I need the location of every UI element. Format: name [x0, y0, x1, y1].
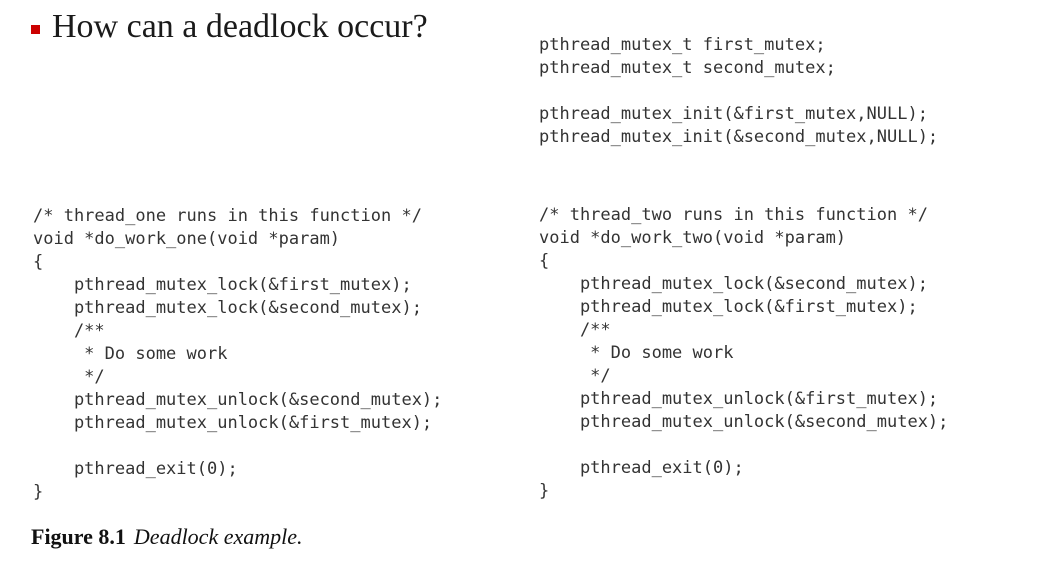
figure-caption-text: Deadlock example. [133, 524, 303, 549]
thread-two-code: /* thread_two runs in this function */ v… [539, 205, 949, 501]
thread-one-code: /* thread_one runs in this function */ v… [33, 206, 443, 502]
figure-caption: Figure 8.1 Deadlock example. [31, 524, 303, 550]
slide-heading: How can a deadlock occur? [52, 8, 428, 45]
mutex-declarations-code: pthread_mutex_t first_mutex; pthread_mut… [539, 35, 939, 147]
figure-number: Figure 8.1 [31, 524, 126, 549]
bullet-square-icon [31, 24, 40, 34]
slide-heading-row: How can a deadlock occur? [31, 8, 428, 46]
